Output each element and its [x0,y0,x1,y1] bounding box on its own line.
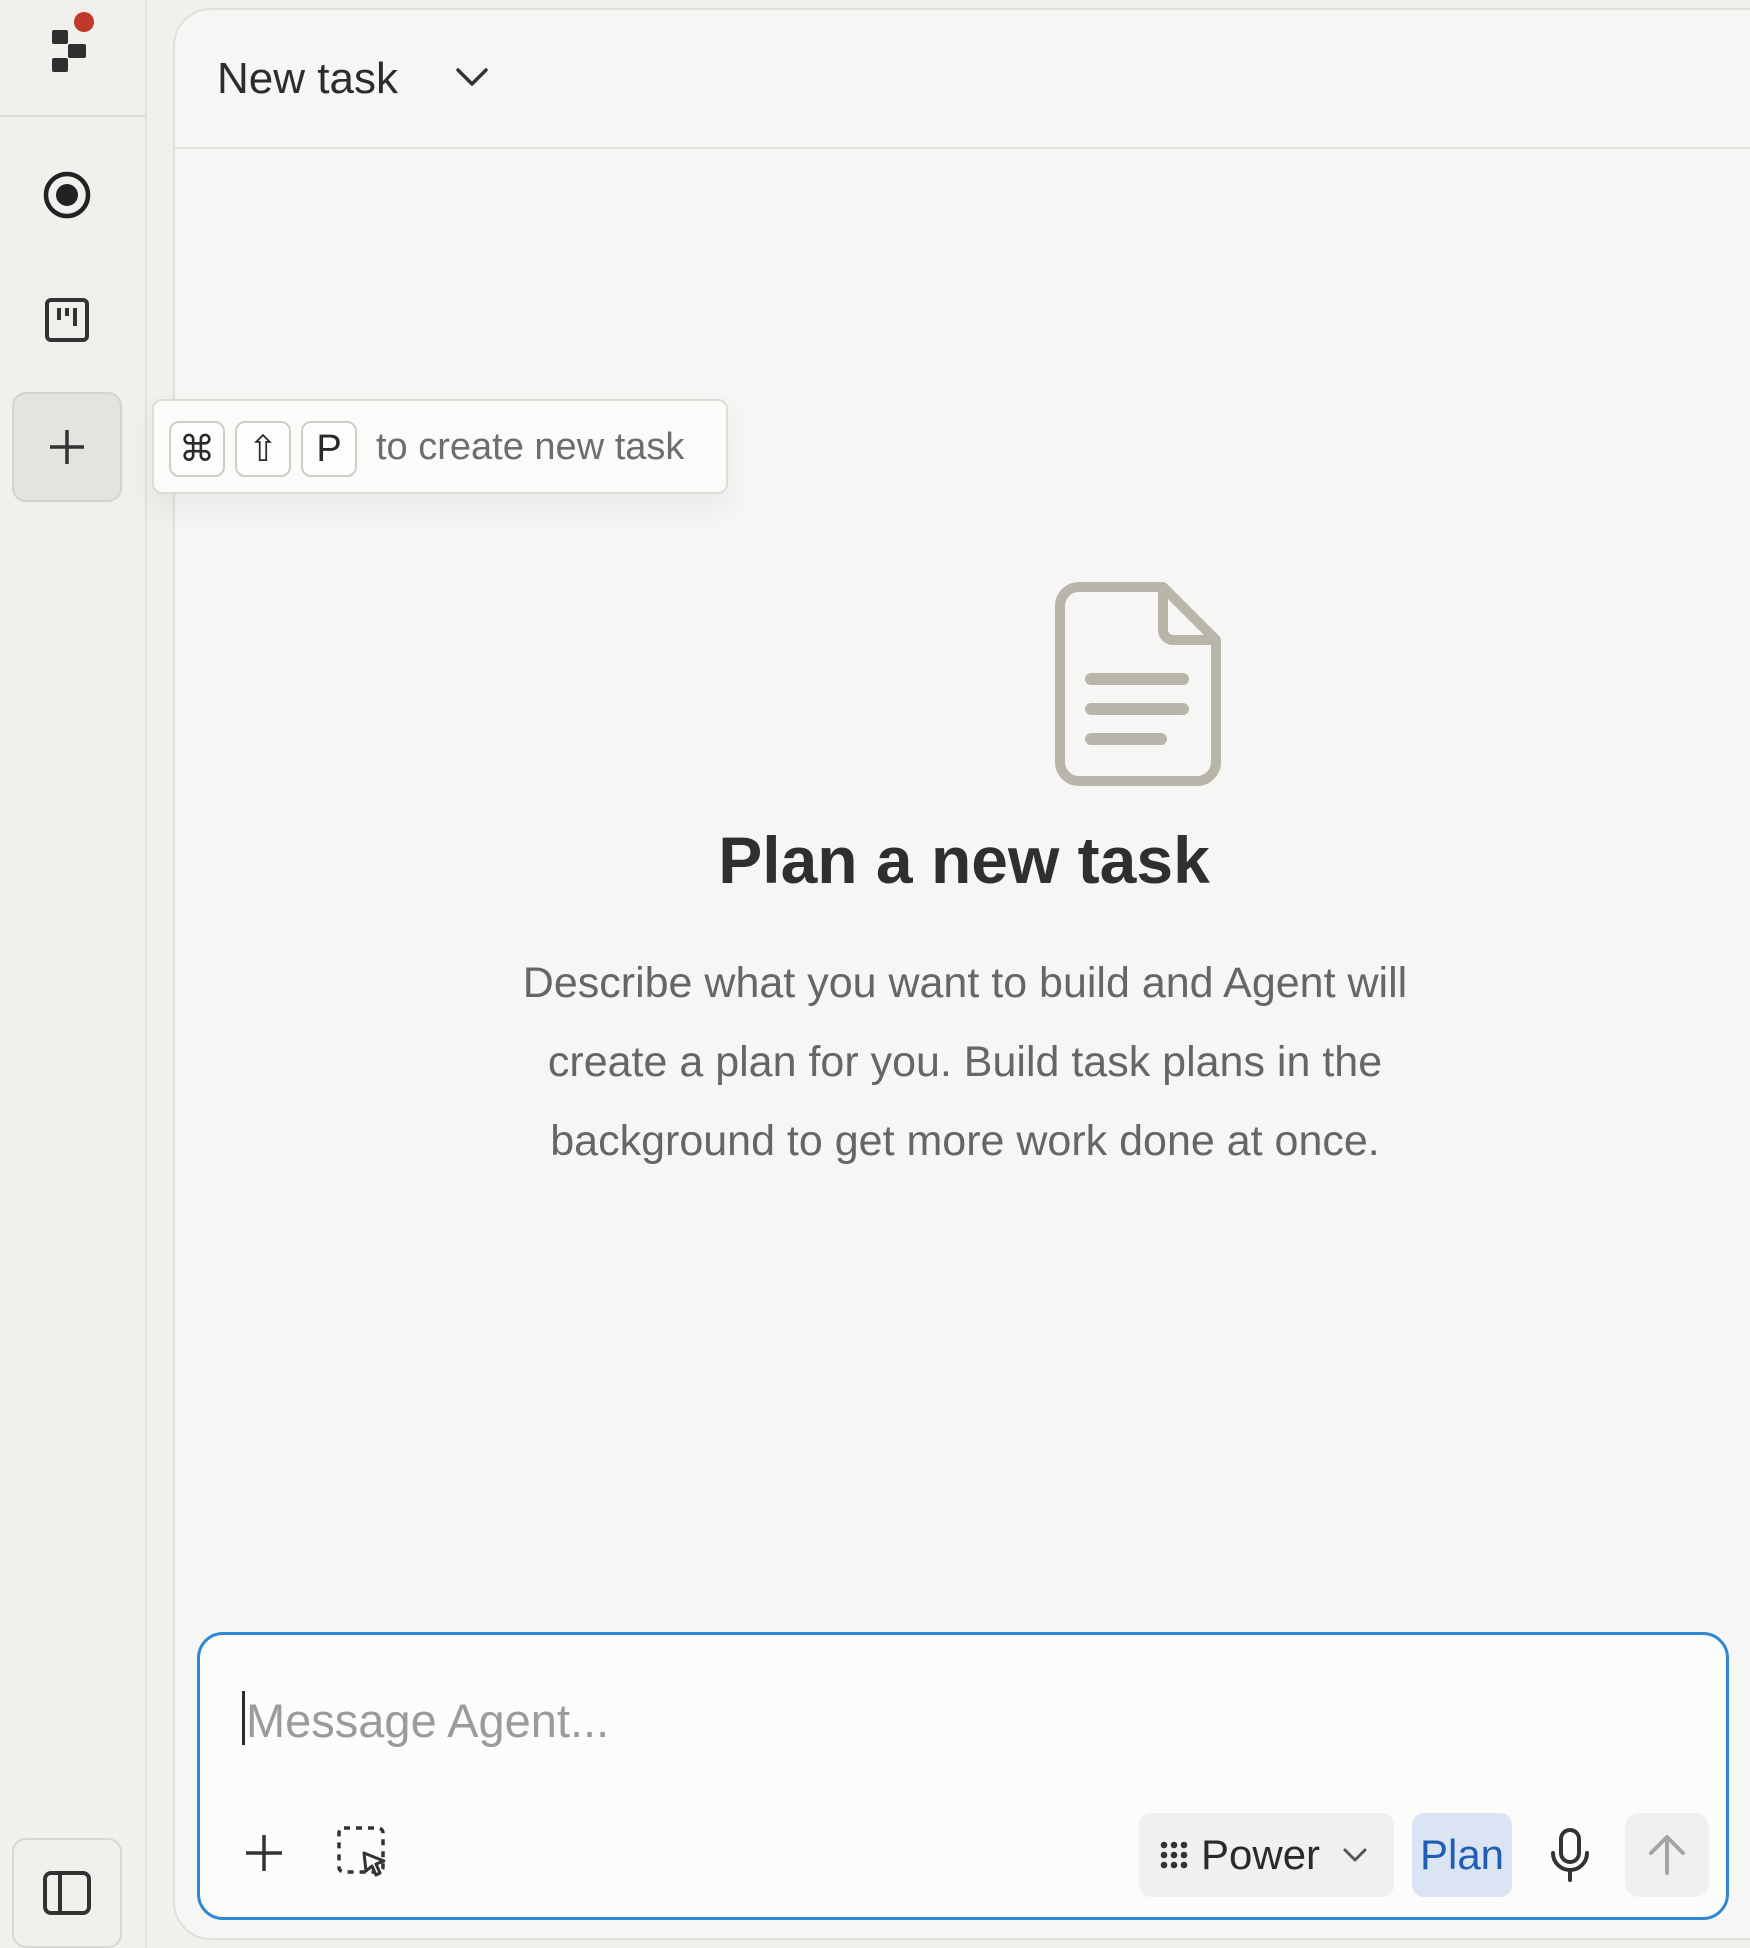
command-key: ⌘ [169,421,225,477]
panel-header: New task [175,10,1750,149]
sidebar-toggle-button[interactable] [12,1838,122,1948]
message-input[interactable] [244,1679,1648,1761]
arrow-up-icon [1649,1835,1685,1875]
rail-divider [0,115,145,117]
notification-dot-icon [74,12,94,32]
grid-dots-icon [1160,1841,1188,1869]
message-composer: Power Plan [197,1632,1729,1920]
document-icon [1055,582,1221,791]
left-rail [0,0,147,1948]
microphone-button[interactable] [1536,1821,1604,1889]
plus-icon [50,430,84,464]
select-region-icon [337,1826,386,1877]
chevron-down-icon [1343,1848,1367,1862]
rail-board-button[interactable] [12,265,122,375]
chevron-down-icon[interactable] [455,66,489,93]
rail-target-button[interactable] [12,140,122,250]
shift-key: ⇧ [235,421,291,477]
task-title[interactable]: New task [217,54,398,104]
plan-toggle-button[interactable]: Plan [1412,1813,1512,1897]
app-logo-icon[interactable] [40,8,110,78]
target-icon [43,171,91,219]
shortcut-tooltip: ⌘ ⇧ P to create new task [152,399,728,494]
plus-icon [246,1835,282,1871]
send-button[interactable] [1625,1813,1709,1897]
attach-button[interactable] [236,1825,292,1881]
sidebar-toggle-icon [43,1871,91,1915]
p-key: P [301,421,357,477]
empty-state-title: Plan a new task [718,823,1210,897]
select-region-button[interactable] [330,1819,394,1883]
microphone-icon [1551,1828,1589,1882]
board-icon [45,298,89,342]
rail-new-task-button[interactable] [12,392,122,502]
mode-label: Power [1201,1831,1321,1878]
mode-selector[interactable]: Power [1139,1813,1394,1897]
tooltip-text: to create new task [376,426,685,468]
empty-state-description: Describe what you want to build and Agen… [522,959,1408,1165]
